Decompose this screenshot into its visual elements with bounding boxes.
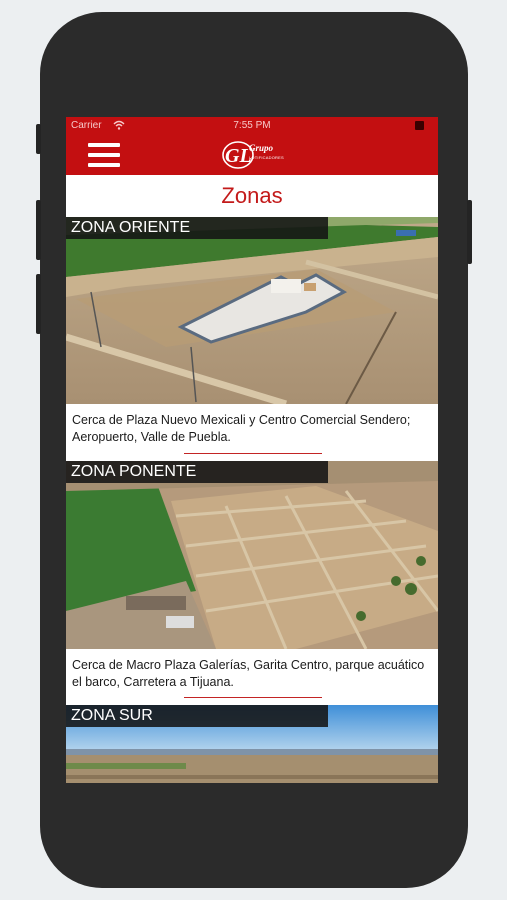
zone-ponente-photo xyxy=(66,461,438,649)
nav-bar: GL Grupo LOTIFICADORES xyxy=(66,135,438,175)
mute-switch xyxy=(36,124,41,154)
volume-down-button xyxy=(36,274,41,334)
zone-ponente-divider xyxy=(184,697,322,698)
status-bar: Carrier 7:55 PM xyxy=(66,117,438,135)
zone-oriente-label: ZONA ORIENTE xyxy=(66,217,328,239)
brand-logo: GL Grupo LOTIFICADORES xyxy=(221,139,285,173)
battery-icon xyxy=(415,121,424,130)
zone-card-ponente[interactable]: ZONA PONENTE Cerca de Macro Plaza Galerí… xyxy=(66,461,438,705)
app-screen: Carrier 7:55 PM GL Grupo LOTIFICADORES Z… xyxy=(66,117,438,783)
logo-brand-text: Grupo xyxy=(249,143,274,153)
volume-up-button xyxy=(36,200,41,260)
status-time: 7:55 PM xyxy=(233,120,271,131)
logo-monogram: GL xyxy=(225,145,252,167)
hamburger-menu-icon[interactable] xyxy=(88,143,120,167)
page-title: Zonas xyxy=(66,175,438,216)
zone-card-oriente[interactable]: ZONA ORIENTE Cerca de Plaza Nuevo Mexica… xyxy=(66,217,438,461)
zone-sur-label: ZONA SUR xyxy=(66,705,328,727)
zone-ponente-label: ZONA PONENTE xyxy=(66,461,328,483)
zone-oriente-divider xyxy=(184,453,322,454)
zone-oriente-photo xyxy=(66,217,438,404)
logo-sub-text: LOTIFICADORES xyxy=(249,155,284,160)
power-button xyxy=(467,200,472,264)
zone-card-sur[interactable]: ZONA SUR xyxy=(66,705,438,783)
